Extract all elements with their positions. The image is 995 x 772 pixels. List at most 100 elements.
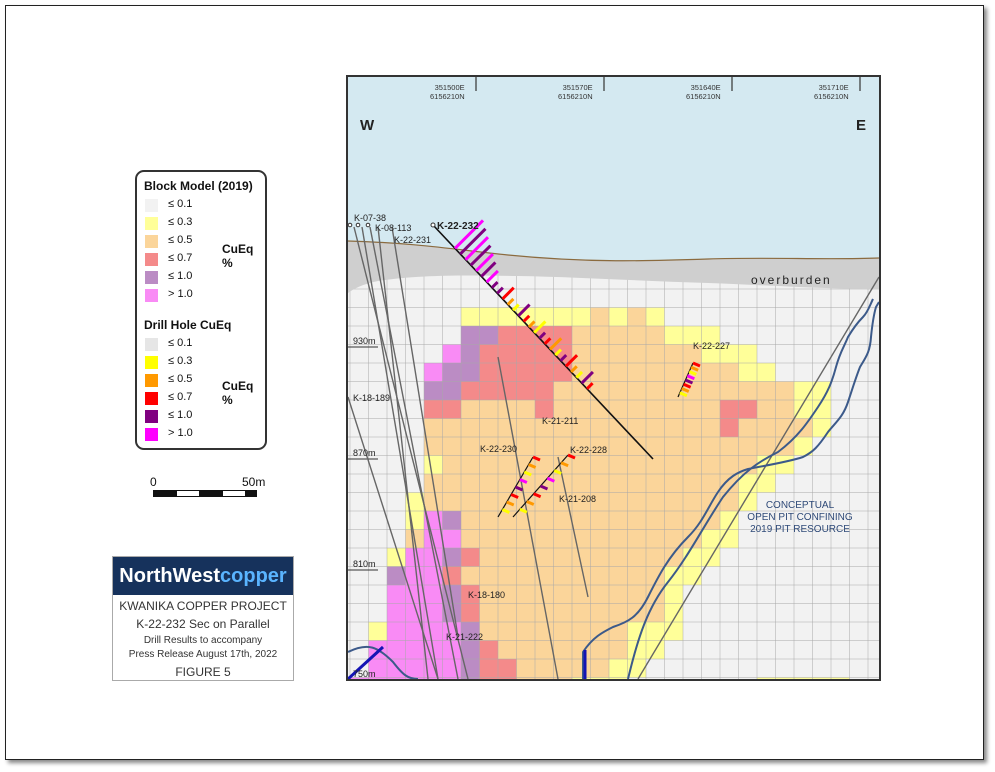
model-block (590, 474, 609, 493)
hole-label-k18180: K-18-180 (468, 590, 506, 600)
model-block (590, 548, 609, 567)
model-block (498, 659, 517, 678)
model-block (553, 529, 572, 548)
model-block (516, 381, 535, 400)
figure-number: FIGURE 5 (175, 665, 231, 679)
model-block (701, 381, 720, 400)
model-block (646, 344, 665, 363)
model-block (479, 603, 498, 622)
model-block (442, 659, 461, 678)
block-legend-swatch (145, 271, 158, 284)
model-block (683, 400, 702, 419)
coord-2: 351570E 6156210N (558, 83, 593, 101)
model-block (609, 363, 628, 382)
model-block (627, 437, 646, 456)
model-block (553, 603, 572, 622)
block-unit-label: CuEq % (222, 242, 254, 270)
model-block (609, 344, 628, 363)
model-block (479, 418, 498, 437)
hole-label-k22231: K-22-231 (394, 235, 432, 245)
model-block (646, 363, 665, 382)
model-block (794, 381, 813, 400)
model-block (479, 363, 498, 382)
model-block (498, 529, 517, 548)
model-block (461, 492, 480, 511)
model-block (572, 640, 591, 659)
model-block (424, 400, 443, 419)
model-block (424, 455, 443, 474)
model-block (590, 659, 609, 678)
model-block (683, 418, 702, 437)
model-block (553, 622, 572, 641)
model-block (553, 363, 572, 382)
drill-unit-label: CuEq % (222, 379, 254, 407)
model-block (572, 344, 591, 363)
model-block (516, 548, 535, 567)
drill-legend-swatch (145, 428, 158, 441)
hole-label-k21208: K-21-208 (559, 494, 597, 504)
model-block (683, 511, 702, 530)
model-block (424, 381, 443, 400)
model-block (461, 474, 480, 493)
model-block (664, 400, 683, 419)
drill-legend-label: ≤ 0.3 (168, 355, 193, 367)
model-block (535, 659, 554, 678)
model-block (720, 381, 739, 400)
model-block (627, 363, 646, 382)
model-block (664, 492, 683, 511)
model-block (627, 511, 646, 530)
block-legend-swatch (145, 199, 158, 212)
model-block (627, 474, 646, 493)
model-block (609, 307, 628, 326)
model-block (701, 363, 720, 382)
hole-label-k22232: K-22-232 (437, 221, 479, 232)
model-block (738, 344, 757, 363)
model-block (424, 363, 443, 382)
model-block (646, 400, 665, 419)
cross-section-map: W E overburden 351500E 6156210N 351570E 61… (346, 75, 881, 681)
model-block (442, 400, 461, 419)
model-block (609, 492, 628, 511)
model-block (479, 659, 498, 678)
grade-bar (501, 286, 515, 301)
scale-start-label: 0 (150, 475, 157, 489)
model-block (442, 511, 461, 530)
model-block (498, 603, 517, 622)
model-block (516, 511, 535, 530)
block-model-title: Block Model (2019) (144, 179, 253, 193)
model-block (720, 437, 739, 456)
model-block (553, 566, 572, 585)
collar-marker (365, 222, 371, 228)
model-block (683, 455, 702, 474)
model-block (479, 640, 498, 659)
model-block (701, 418, 720, 437)
model-block (590, 585, 609, 604)
model-block (479, 492, 498, 511)
model-block (442, 455, 461, 474)
model-block (516, 566, 535, 585)
model-block (646, 511, 665, 530)
model-block (461, 363, 480, 382)
model-block (738, 363, 757, 382)
block-legend-swatch (145, 235, 158, 248)
model-block (461, 344, 480, 363)
title-block: NorthWest copper KWANIKA COPPER PROJECT K… (112, 556, 294, 681)
model-block (461, 437, 480, 456)
model-block (479, 529, 498, 548)
model-block (572, 622, 591, 641)
grade-bar (490, 281, 499, 289)
model-block (627, 566, 646, 585)
model-block (479, 455, 498, 474)
model-block (590, 363, 609, 382)
model-block (609, 566, 628, 585)
scale-seg-5 (245, 490, 257, 497)
model-block (664, 437, 683, 456)
model-block (609, 511, 628, 530)
model-block (442, 529, 461, 548)
section-name: K-22-232 Sec on Parallel (136, 617, 270, 631)
model-block (683, 437, 702, 456)
model-block (553, 640, 572, 659)
sky-area (348, 77, 879, 261)
model-block (535, 511, 554, 530)
west-label: W (360, 117, 375, 134)
